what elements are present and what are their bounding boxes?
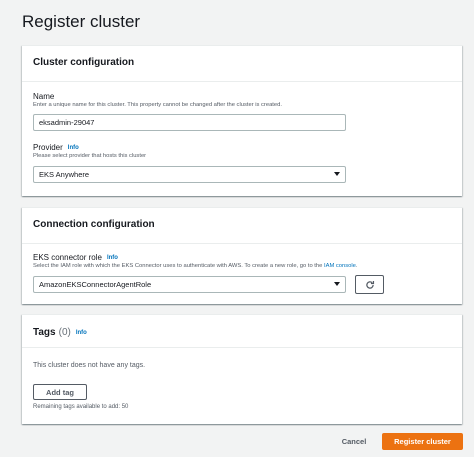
panel-header: Connection configuration: [22, 208, 462, 244]
refresh-icon: [365, 280, 374, 289]
remaining-tags-text: Remaining tags available to add: 50: [33, 404, 129, 410]
cancel-button[interactable]: Cancel: [335, 433, 373, 450]
provider-label: Provider Info: [33, 143, 146, 152]
iam-console-link[interactable]: IAM console: [324, 263, 356, 269]
provider-value: EKS Anywhere: [39, 170, 90, 179]
caret-down-icon: [334, 282, 340, 286]
cluster-configuration-panel: Cluster configuration Name Enter a uniqu…: [22, 45, 462, 196]
register-cluster-button[interactable]: Register cluster: [382, 433, 463, 450]
tags-panel: Tags (0) Info This cluster does not have…: [22, 314, 462, 424]
provider-description: Please select provider that hosts this c…: [33, 153, 147, 159]
tags-title-text: Tags: [33, 327, 56, 338]
add-tag-button[interactable]: Add tag: [33, 384, 87, 400]
name-description: Enter a unique name for this cluster. Th…: [33, 102, 282, 108]
caret-down-icon: [334, 172, 340, 176]
provider-select[interactable]: EKS Anywhere: [33, 166, 346, 183]
connector-role-value: AmazonEKSConnectorAgentRole: [39, 280, 152, 289]
provider-label-text: Provider: [33, 143, 63, 152]
connection-configuration-panel: Connection configuration EKS connector r…: [22, 207, 462, 304]
panel-header: Cluster configuration: [22, 46, 462, 82]
connector-role-label-text: EKS connector role: [33, 253, 102, 262]
connector-role-select[interactable]: AmazonEKSConnectorAgentRole: [33, 276, 346, 293]
cluster-name-input[interactable]: eksadmin-29047: [33, 114, 346, 131]
connector-role-info-link[interactable]: Info: [107, 255, 118, 261]
panel-title: Cluster configuration: [33, 57, 135, 68]
tags-info-link[interactable]: Info: [76, 330, 87, 336]
refresh-button[interactable]: [355, 275, 384, 294]
page-title: Register cluster: [22, 12, 141, 31]
name-label: Name: [33, 92, 55, 101]
panel-header: Tags (0) Info: [22, 315, 462, 348]
tags-title: Tags (0) Info: [33, 327, 452, 338]
tags-empty-text: This cluster does not have any tags.: [33, 362, 146, 369]
tags-count: (0): [58, 327, 71, 338]
panel-title: Connection configuration: [33, 219, 155, 230]
connector-role-description: Select the IAM role with which the EKS C…: [33, 263, 453, 269]
connector-role-label: EKS connector role Info: [33, 253, 453, 262]
cluster-name-value: eksadmin-29047: [39, 118, 95, 127]
connector-role-desc-text: Select the IAM role with which the EKS C…: [33, 263, 323, 269]
connector-role-desc-end: .: [355, 263, 358, 269]
provider-info-link[interactable]: Info: [68, 145, 79, 151]
